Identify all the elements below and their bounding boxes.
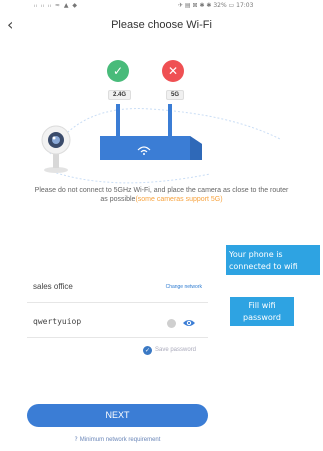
status-icons-left: ᵢₗ ᵢₗ ᵢₗ ≈ ▲ ◆ — [34, 2, 78, 9]
wifi-password-field — [27, 313, 208, 338]
band-warning-text: Please do not connect to 5GHz Wi-Fi, and… — [30, 186, 293, 204]
wifi-ssid-input[interactable] — [33, 282, 153, 291]
status-bar: ᵢₗ ᵢₗ ᵢₗ ≈ ▲ ◆ ✈ ▤ ⊠ ✱ ✱ 32% ▭ 17:03 — [0, 0, 323, 14]
minimum-requirement-label: Minimum network requirement — [79, 437, 161, 443]
change-network-link[interactable]: Change network — [166, 284, 202, 290]
question-icon: ? — [74, 436, 78, 443]
tooltip-phone-connected: Your phone is connected to wifi — [226, 245, 320, 275]
minimum-requirement-link[interactable]: ? Minimum network requirement — [0, 436, 235, 443]
save-password-label: Save password — [155, 347, 197, 353]
wifi-password-input[interactable] — [33, 317, 153, 326]
eye-icon[interactable] — [182, 317, 196, 329]
save-password-check-icon[interactable]: ✓ — [143, 346, 152, 355]
clear-icon[interactable] — [167, 319, 176, 328]
check-icon: ✓ — [107, 60, 129, 82]
wifi-ssid-field: Change network — [27, 278, 208, 303]
status-icons-right: ✈ ▤ ⊠ ✱ ✱ 32% ▭ 17:03 — [178, 2, 254, 9]
camera-icon — [41, 125, 71, 173]
cross-icon: ✕ — [162, 60, 184, 82]
next-button[interactable]: NEXT — [27, 404, 208, 427]
camera-router-illustration — [41, 104, 281, 184]
tooltip-fill-password: Fill wifi password — [230, 297, 294, 326]
page-title: Please choose Wi-Fi — [111, 19, 212, 31]
band-warning-highlight: (some cameras support 5G) — [135, 196, 223, 203]
